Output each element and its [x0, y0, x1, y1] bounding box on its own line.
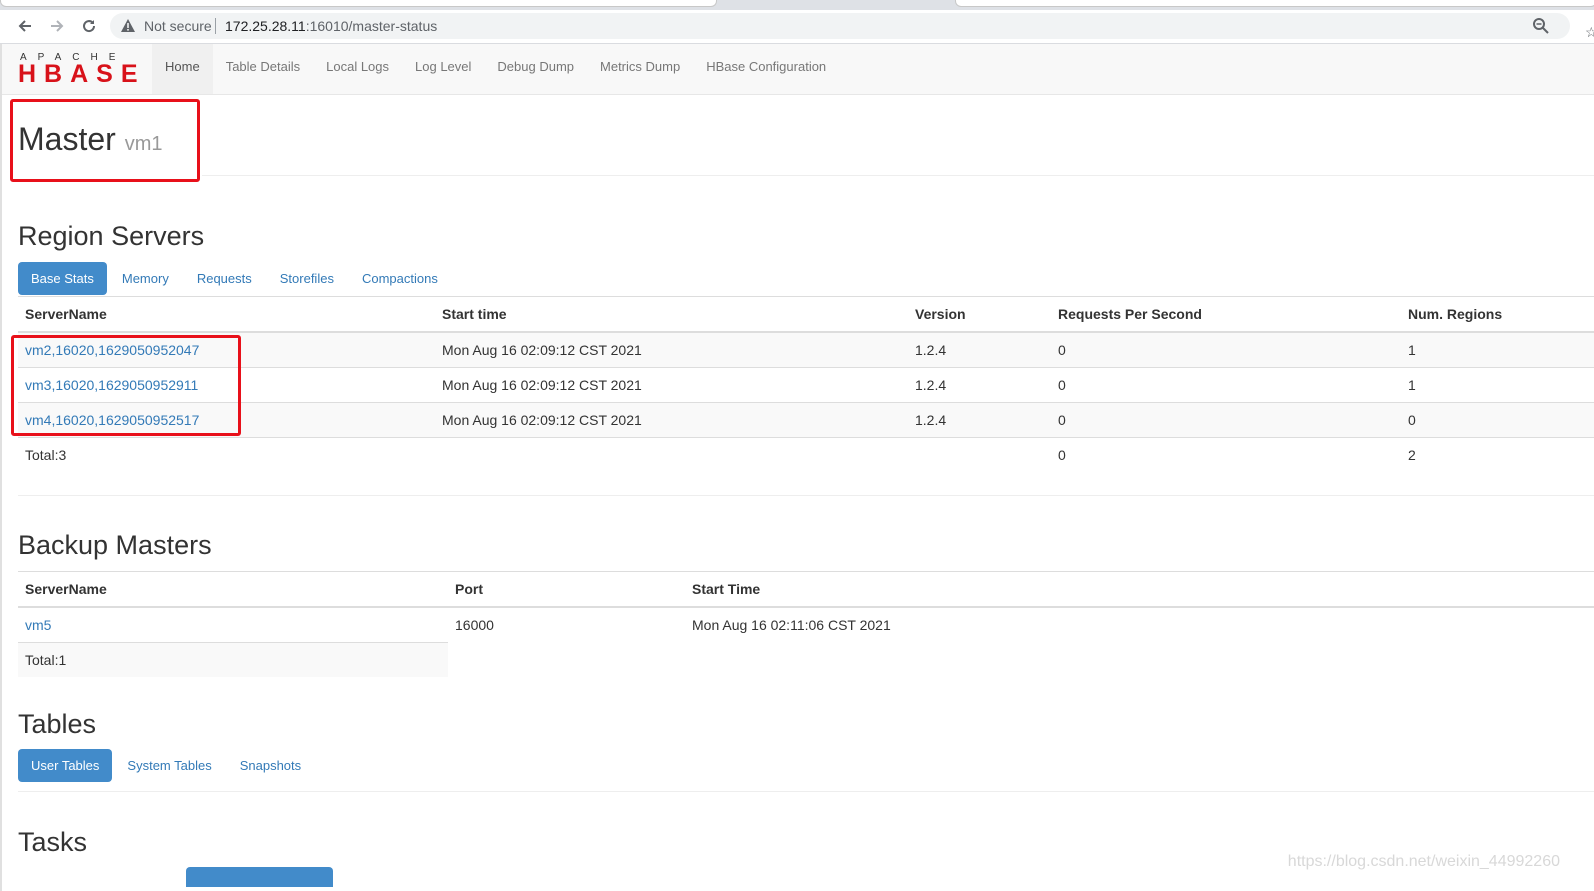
nav-debug-dump[interactable]: Debug Dump	[484, 44, 587, 94]
server-link[interactable]: vm5	[25, 617, 51, 633]
security-label[interactable]: Not secure	[144, 18, 212, 34]
server-name-cell: vm5	[18, 606, 448, 643]
backup-masters-heading: Backup Masters	[18, 530, 212, 560]
zoom-icon[interactable]	[1532, 17, 1550, 35]
table-header-row: ServerName Port Start Time	[18, 571, 1594, 608]
url-path: :16010/master-status	[305, 18, 438, 34]
tab-user-tables[interactable]: User Tables	[18, 749, 113, 782]
version-cell: 1.2.4	[908, 331, 1051, 368]
reload-icon	[83, 20, 96, 33]
nav-log-level[interactable]: Log Level	[402, 44, 484, 94]
version-cell: 1.2.4	[908, 367, 1051, 403]
regions-cell: 1	[1401, 367, 1594, 403]
empty-cell	[448, 643, 685, 678]
tables-heading: Tables	[18, 709, 97, 739]
tables-tabs: User Tables System Tables Snapshots	[18, 749, 316, 782]
nav-home[interactable]: Home	[152, 44, 213, 94]
start-time-cell: Mon Aug 16 02:09:12 CST 2021	[435, 402, 908, 438]
region-servers-tabs: Base Stats Memory Requests Storefiles Co…	[18, 262, 453, 295]
requests-cell: 0	[1051, 402, 1401, 438]
back-button[interactable]	[13, 14, 37, 38]
total-label: Total:1	[18, 642, 448, 677]
browser-toolbar: Not secure 172.25.28.11:16010/master-sta…	[0, 10, 1594, 44]
start-time-cell: Mon Aug 16 02:11:06 CST 2021	[685, 606, 1594, 643]
divider	[18, 495, 1594, 496]
table-row: vm2,16020,1629050952047 Mon Aug 16 02:09…	[18, 331, 1594, 368]
tasks-tab-active[interactable]	[186, 867, 333, 887]
column-header: Num. Regions	[1401, 296, 1594, 333]
total-row: Total:1	[18, 642, 1594, 678]
browser-tab[interactable]	[955, 0, 1594, 7]
total-label: Total:3	[18, 437, 435, 472]
table-row: vm3,16020,1629050952911 Mon Aug 16 02:09…	[18, 367, 1594, 403]
total-row: Total:3 0 2	[18, 437, 1594, 472]
total-requests: 0	[1051, 437, 1401, 472]
tab-memory[interactable]: Memory	[109, 262, 182, 295]
logo-main-text: HBASE	[18, 60, 138, 86]
tasks-heading: Tasks	[18, 827, 88, 857]
arrow-left-icon	[18, 20, 31, 32]
empty-cell	[435, 437, 908, 472]
column-header: ServerName	[18, 571, 448, 608]
url-host: 172.25.28.11	[225, 18, 306, 34]
divider	[202, 175, 1594, 176]
nav-table-details[interactable]: Table Details	[213, 44, 313, 94]
regions-cell: 1	[1401, 331, 1594, 368]
requests-cell: 0	[1051, 367, 1401, 403]
nav-hbase-configuration[interactable]: HBase Configuration	[693, 44, 839, 94]
hbase-logo[interactable]: APACHE HBASE	[18, 50, 140, 86]
empty-cell	[685, 643, 1594, 678]
nav-links: Home Table Details Local Logs Log Level …	[152, 44, 839, 94]
nav-local-logs[interactable]: Local Logs	[313, 44, 402, 94]
table-row: vm4,16020,1629050952517 Mon Aug 16 02:09…	[18, 402, 1594, 438]
region-servers-table: ServerName Start time Version Requests P…	[18, 296, 1594, 472]
regions-cell: 0	[1401, 402, 1594, 438]
watermark: https://blog.csdn.net/weixin_44992260	[1287, 853, 1560, 870]
start-time-cell: Mon Aug 16 02:09:12 CST 2021	[435, 367, 908, 403]
browser-tab[interactable]	[0, 0, 717, 7]
port-cell: 16000	[448, 606, 685, 643]
tab-requests[interactable]: Requests	[184, 262, 265, 295]
page-content: APACHE HBASE Home Table Details Local Lo…	[0, 44, 1594, 891]
top-navbar: APACHE HBASE Home Table Details Local Lo…	[2, 44, 1594, 95]
column-header: Version	[908, 296, 1051, 333]
address-bar[interactable]: Not secure 172.25.28.11:16010/master-sta…	[110, 13, 1570, 39]
bookmark-star-icon[interactable]: ☆	[1585, 24, 1594, 41]
divider	[215, 18, 216, 34]
tab-snapshots[interactable]: Snapshots	[227, 749, 314, 782]
tab-base-stats[interactable]: Base Stats	[18, 262, 107, 295]
tab-system-tables[interactable]: System Tables	[114, 749, 224, 782]
backup-masters-table: ServerName Port Start Time vm5 16000 Mon…	[18, 571, 1594, 677]
total-regions: 2	[1401, 437, 1594, 472]
requests-cell: 0	[1051, 331, 1401, 368]
url-text[interactable]: 172.25.28.11:16010/master-status	[225, 18, 437, 34]
arrow-right-icon	[51, 20, 64, 32]
forward-button[interactable]	[45, 14, 69, 38]
table-header-row: ServerName Start time Version Requests P…	[18, 296, 1594, 333]
tab-compactions[interactable]: Compactions	[349, 262, 451, 295]
version-cell: 1.2.4	[908, 402, 1051, 438]
region-servers-heading: Region Servers	[18, 221, 205, 251]
highlight-box-servers	[11, 335, 241, 436]
warning-icon	[121, 19, 135, 32]
divider	[18, 791, 1594, 792]
column-header: Port	[448, 571, 685, 608]
start-time-cell: Mon Aug 16 02:09:12 CST 2021	[435, 331, 908, 368]
column-header: Requests Per Second	[1051, 296, 1401, 333]
column-header: Start time	[435, 296, 908, 333]
column-header: Start Time	[685, 571, 1594, 608]
column-header: ServerName	[18, 296, 435, 333]
browser-tab-strip	[0, 0, 1594, 10]
tab-storefiles[interactable]: Storefiles	[267, 262, 347, 295]
table-row: vm5 16000 Mon Aug 16 02:11:06 CST 2021	[18, 606, 1594, 643]
nav-metrics-dump[interactable]: Metrics Dump	[587, 44, 693, 94]
empty-cell	[908, 437, 1051, 472]
highlight-box-master	[10, 99, 200, 182]
reload-button[interactable]	[77, 14, 101, 38]
